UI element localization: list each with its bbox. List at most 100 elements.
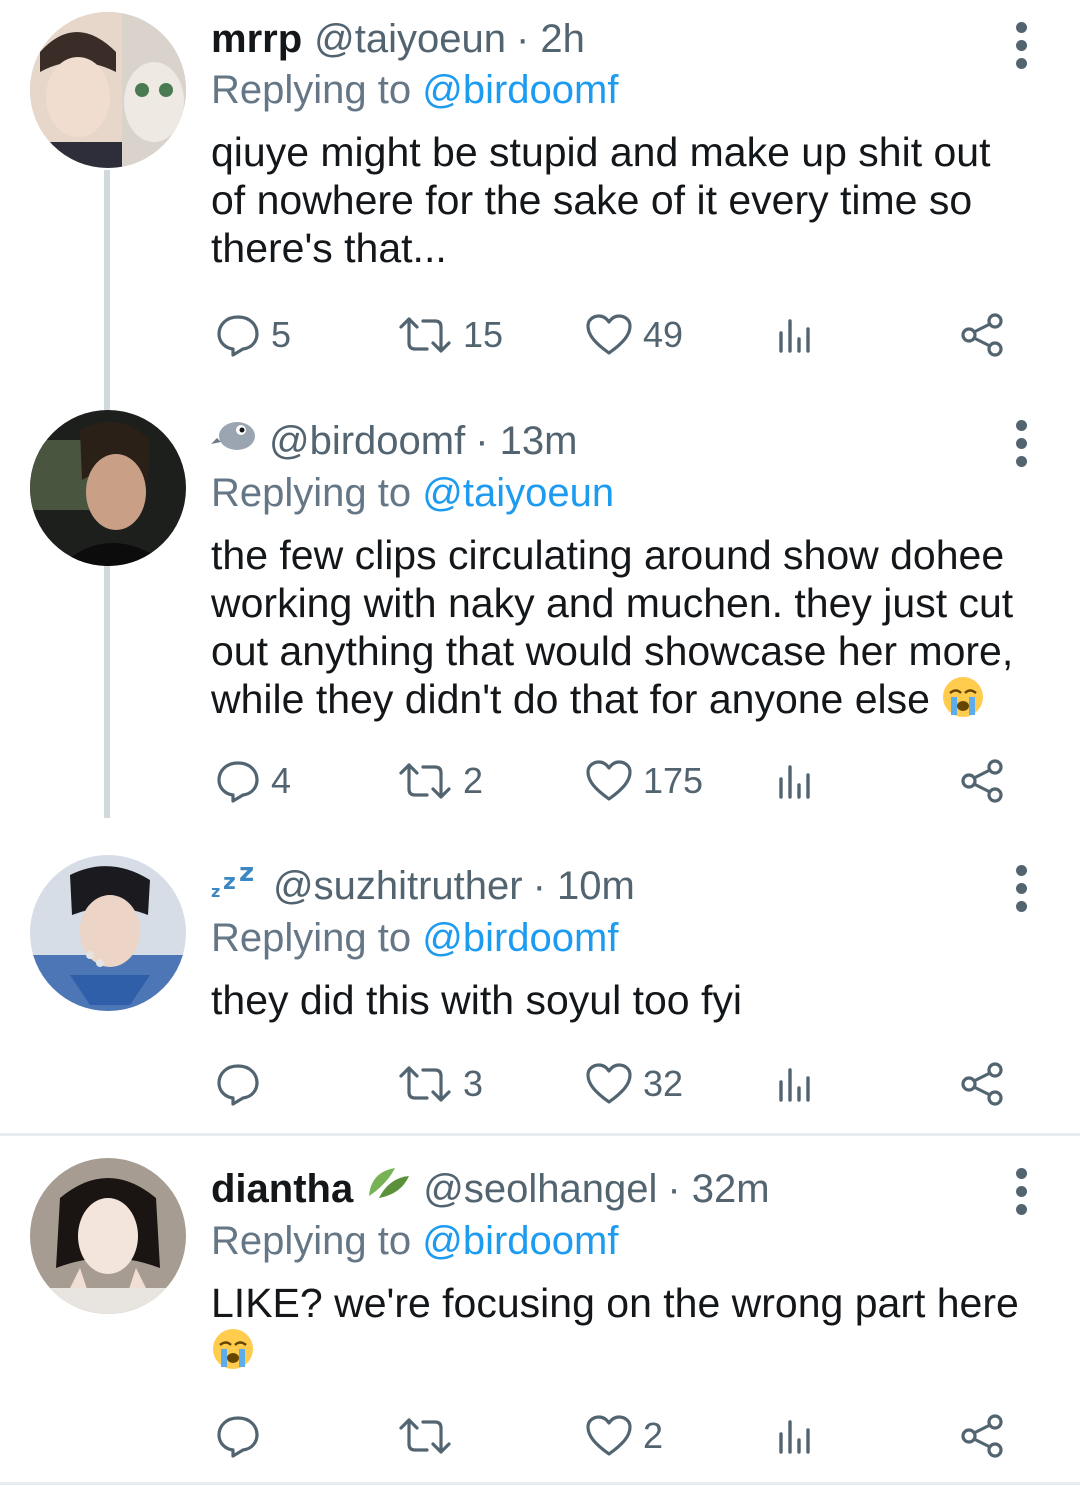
reply-button[interactable]: [215, 1411, 271, 1461]
svg-text:z: z: [223, 870, 236, 895]
reply-icon: [217, 1064, 259, 1106]
retweet-button[interactable]: 3: [397, 1059, 483, 1109]
handle[interactable]: @taiyoeun: [314, 14, 506, 64]
action-bar: 3 32: [211, 1059, 1041, 1109]
zzz-emoji: zzz: [211, 858, 261, 912]
share-button[interactable]: [959, 1411, 1007, 1461]
reply-mention[interactable]: @birdoomf: [422, 68, 618, 112]
more-icon[interactable]: [1016, 865, 1028, 919]
like-icon: [586, 1063, 632, 1104]
timestamp[interactable]: · 2h: [516, 14, 585, 64]
views-icon: [779, 319, 810, 353]
retweet-button[interactable]: 2: [397, 756, 483, 806]
avatar[interactable]: [30, 12, 186, 168]
views-button[interactable]: [775, 1059, 815, 1109]
timestamp[interactable]: · 10m: [533, 861, 635, 911]
divider: [0, 1482, 1080, 1485]
avatar[interactable]: [30, 855, 186, 1011]
tweet-suzhitruther[interactable]: zzz @suzhitruther · 10m Replying to @bir…: [0, 845, 1080, 1133]
svg-text:z: z: [239, 859, 254, 888]
reply-mention[interactable]: @birdoomf: [422, 1219, 618, 1263]
like-count: 175: [643, 760, 704, 801]
display-name[interactable]: mrrp: [211, 14, 302, 64]
replying-to: Replying to @birdoomf: [211, 68, 619, 112]
tweet-header: @birdoomf · 13m: [211, 414, 1040, 467]
reply-mention[interactable]: @taiyoeun: [422, 471, 614, 515]
tweet-text: qiuye might be stupid and make up shit o…: [211, 129, 991, 271]
like-button[interactable]: 32: [585, 1059, 683, 1109]
share-icon: [961, 1062, 1003, 1106]
timestamp[interactable]: · 32m: [667, 1164, 769, 1214]
retweet-count: 15: [463, 314, 504, 355]
tweet-text: the few clips circulating around show do…: [211, 532, 1014, 722]
like-button[interactable]: 175: [585, 756, 703, 806]
views-button[interactable]: [775, 756, 815, 806]
action-bar: 5 15 49: [211, 310, 1041, 360]
replying-to: Replying to @taiyoeun: [211, 471, 615, 515]
handle[interactable]: @suzhitruther: [273, 861, 523, 911]
retweet-button[interactable]: [397, 1411, 463, 1461]
crying-face-emoji: [213, 1329, 253, 1369]
avatar[interactable]: [30, 1158, 186, 1314]
replying-to: Replying to @birdoomf: [211, 1219, 619, 1263]
retweet-icon: [399, 763, 451, 799]
tweet-header: mrrp @taiyoeun · 2h: [211, 14, 1040, 64]
reply-button[interactable]: 4: [215, 756, 291, 806]
action-bar: 2: [211, 1411, 1041, 1461]
share-icon: [961, 759, 1003, 803]
views-button[interactable]: [775, 1411, 815, 1461]
retweet-count: 2: [463, 760, 484, 801]
action-bar: 4 2 175: [211, 756, 1041, 806]
avatar[interactable]: [30, 410, 186, 566]
retweet-count: 3: [463, 1063, 484, 1104]
handle[interactable]: @birdoomf: [269, 416, 465, 466]
more-icon[interactable]: [1016, 1168, 1028, 1222]
retweet-button[interactable]: 15: [397, 310, 503, 360]
views-icon: [779, 1420, 810, 1454]
like-button[interactable]: 2: [585, 1411, 663, 1461]
reply-button[interactable]: 5: [215, 310, 291, 360]
reply-count: 5: [271, 314, 292, 355]
reply-icon: [217, 315, 259, 357]
like-count: 2: [643, 1415, 664, 1456]
views-icon: [779, 765, 810, 799]
like-icon: [586, 314, 632, 355]
more-icon[interactable]: [1016, 420, 1028, 474]
share-button[interactable]: [959, 310, 1007, 360]
share-button[interactable]: [959, 756, 1007, 806]
tweet-text: LIKE? we're focusing on the wrong part h…: [211, 1279, 1040, 1375]
handle[interactable]: @seolhangel: [423, 1164, 657, 1214]
more-icon[interactable]: [1016, 22, 1028, 76]
svg-text:z: z: [211, 882, 220, 899]
retweet-icon: [399, 1418, 451, 1454]
timestamp[interactable]: · 13m: [475, 416, 577, 466]
reply-button[interactable]: [215, 1059, 271, 1109]
share-icon: [961, 1414, 1003, 1458]
tweet-diantha[interactable]: diantha @seolhangel · 32m Replying to @b…: [0, 1136, 1080, 1482]
share-button[interactable]: [959, 1059, 1007, 1109]
display-name[interactable]: diantha: [211, 1164, 353, 1214]
like-count: 32: [643, 1063, 684, 1104]
reply-icon: [217, 1416, 259, 1458]
tweet-header: diantha @seolhangel · 32m: [211, 1162, 1040, 1215]
reply-mention[interactable]: @birdoomf: [422, 916, 618, 960]
like-icon: [586, 1415, 632, 1456]
bird-emoji: [211, 414, 257, 467]
views-button[interactable]: [775, 310, 815, 360]
like-icon: [586, 760, 632, 801]
views-icon: [779, 1068, 810, 1102]
tweet-mrrp[interactable]: mrrp @taiyoeun · 2h Replying to @birdoom…: [0, 0, 1080, 400]
retweet-icon: [399, 1066, 451, 1102]
reply-icon: [217, 761, 259, 803]
crying-face-emoji: [943, 677, 984, 717]
retweet-icon: [399, 317, 451, 353]
like-button[interactable]: 49: [585, 310, 683, 360]
like-count: 49: [643, 314, 684, 355]
tweet-birdoomf[interactable]: @birdoomf · 13m Replying to @taiyoeun th…: [0, 400, 1080, 845]
leaf-emoji: [365, 1162, 411, 1215]
tweet-text: they did this with soyul too fyi: [211, 977, 742, 1023]
tweet-header: zzz @suzhitruther · 10m: [211, 858, 1040, 912]
replying-to: Replying to @birdoomf: [211, 916, 619, 960]
share-icon: [961, 313, 1003, 357]
reply-count: 4: [271, 760, 292, 801]
